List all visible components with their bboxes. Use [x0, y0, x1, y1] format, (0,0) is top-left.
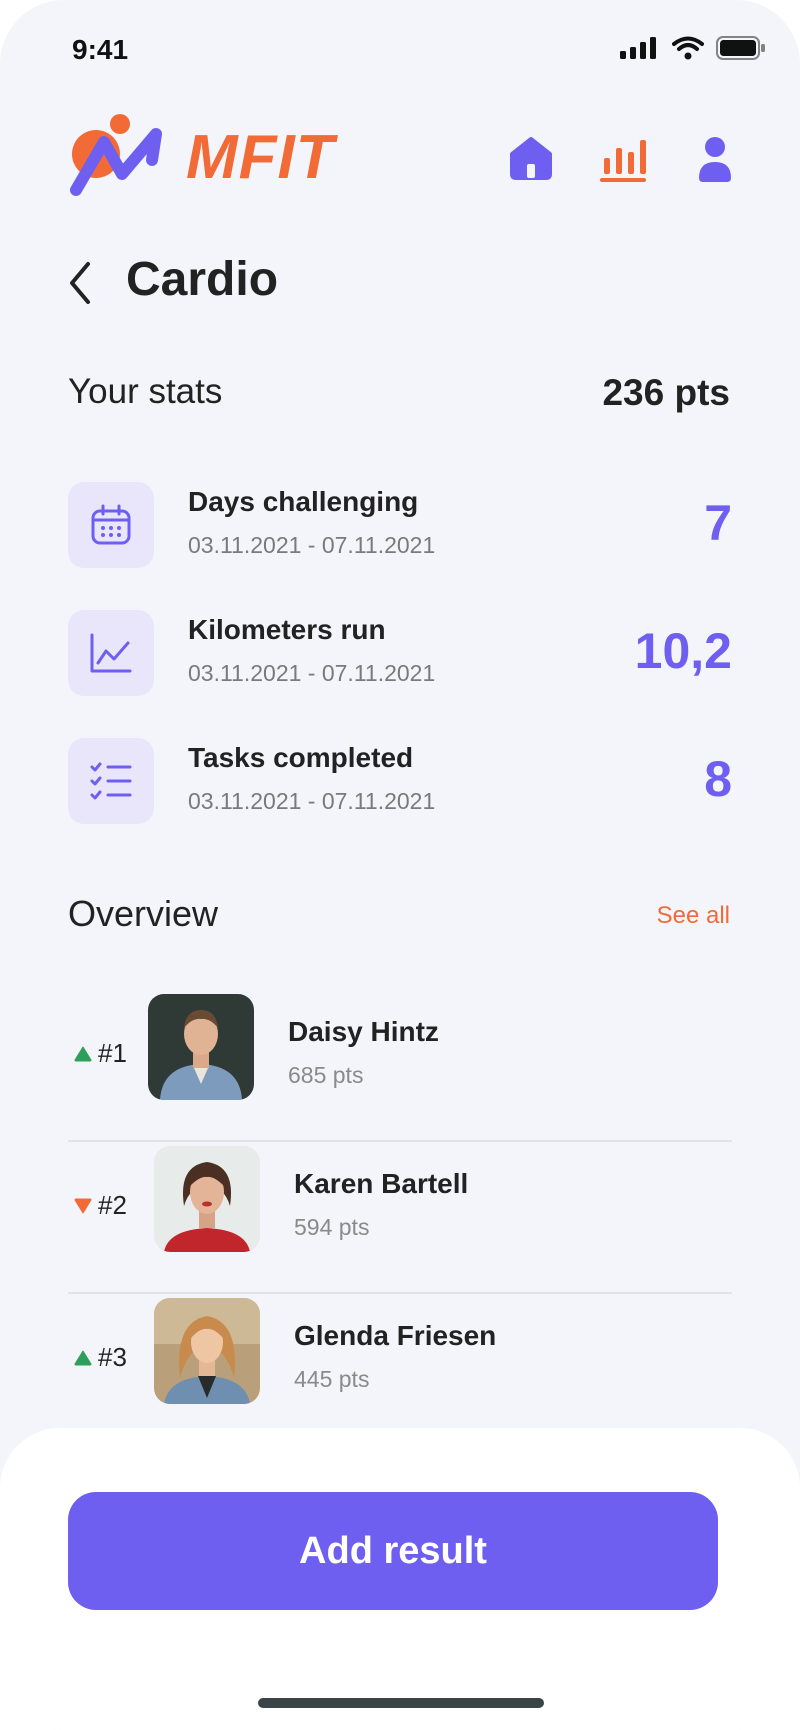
status-icons — [620, 36, 766, 60]
stat-title: Kilometers run — [188, 614, 386, 645]
person-name: Daisy Hintz — [288, 1016, 439, 1047]
brand-logo[interactable]: MFIT — [66, 112, 335, 202]
leaderboard-row[interactable]: #1 Daisy Hintz 685 pts — [68, 990, 732, 1142]
brand-name: MFIT — [186, 122, 335, 192]
person-points: 445 pts — [294, 1366, 370, 1392]
leaderboard-row[interactable]: #2 Karen Bartell 594 pts — [68, 1142, 732, 1294]
stat-kilometers-run: Kilometers run 03.11.2021 - 07.11.2021 1… — [68, 610, 732, 700]
add-result-button[interactable]: Add result — [68, 1492, 718, 1610]
see-all-link[interactable]: See all — [657, 902, 730, 930]
rank-number: #2 — [98, 1190, 127, 1220]
user-icon[interactable] — [698, 136, 732, 182]
rank-number: #1 — [98, 1038, 127, 1068]
trend-down-icon — [74, 1198, 92, 1214]
stat-tasks-completed: Tasks completed 03.11.2021 - 07.11.2021 … — [68, 738, 732, 828]
stats-icon[interactable] — [600, 136, 646, 182]
person-points: 594 pts — [294, 1214, 370, 1240]
rank-number: #3 — [98, 1342, 127, 1372]
trend-up-icon — [74, 1046, 92, 1062]
app-screen: 9:41 MFIT Cardio Your stats 236 pts Days… — [0, 0, 800, 1730]
page-title: Cardio — [126, 253, 279, 306]
stats-heading: Your stats — [68, 372, 223, 411]
person-points: 685 pts — [288, 1062, 364, 1088]
stats-total-points: 236 pts — [602, 372, 730, 413]
stat-title: Days challenging — [188, 486, 419, 517]
stat-days-challenging: Days challenging 03.11.2021 - 07.11.2021… — [68, 482, 732, 572]
signal-icon — [620, 37, 656, 59]
person-name: Karen Bartell — [294, 1168, 469, 1199]
trend-up-icon — [74, 1350, 92, 1366]
back-icon[interactable] — [66, 258, 96, 308]
home-icon[interactable] — [508, 136, 554, 180]
stat-date: 03.11.2021 - 07.11.2021 — [188, 788, 436, 814]
battery-icon — [716, 36, 765, 60]
avatar — [154, 1146, 260, 1252]
home-indicator[interactable] — [258, 1698, 544, 1708]
wifi-icon — [672, 36, 704, 60]
avatar — [154, 1298, 260, 1404]
stat-value: 7 — [704, 495, 732, 551]
leaderboard-row[interactable]: #3 Glenda Friesen 445 pts — [68, 1294, 732, 1446]
stat-value: 10,2 — [634, 623, 732, 679]
stat-value: 8 — [704, 751, 732, 807]
person-name: Glenda Friesen — [294, 1320, 497, 1351]
stat-title: Tasks completed — [188, 742, 414, 773]
overview-heading: Overview — [68, 893, 219, 934]
avatar — [148, 994, 254, 1100]
calendar-icon — [68, 482, 154, 568]
stat-date: 03.11.2021 - 07.11.2021 — [188, 660, 436, 686]
logo-mark-icon — [70, 114, 162, 196]
checklist-icon — [68, 738, 154, 824]
stat-date: 03.11.2021 - 07.11.2021 — [188, 532, 436, 558]
status-time: 9:41 — [72, 34, 129, 65]
chart-line-icon — [68, 610, 154, 696]
